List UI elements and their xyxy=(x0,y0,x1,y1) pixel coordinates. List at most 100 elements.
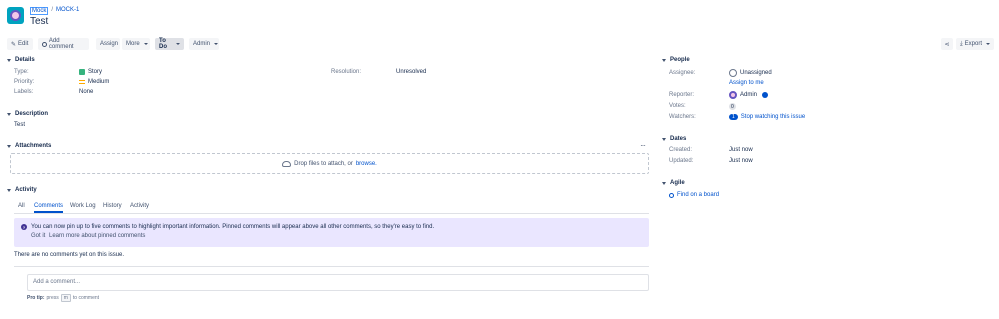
search-icon xyxy=(669,192,674,198)
issue-title[interactable]: Test xyxy=(30,16,48,27)
stop-watching-link[interactable]: Stop watching this issue xyxy=(741,114,805,120)
assignee-text: Unassigned xyxy=(740,70,772,76)
tab-work-log[interactable]: Work Log xyxy=(70,203,96,209)
comment-icon xyxy=(42,41,47,47)
story-icon xyxy=(79,69,85,75)
watchers-value[interactable]: 1 Stop watching this issue xyxy=(729,114,805,120)
updated-value: Just now xyxy=(729,158,753,164)
labels-label: Labels: xyxy=(14,89,34,95)
people-toggle[interactable]: People xyxy=(662,57,690,63)
type-text: Story xyxy=(88,69,103,75)
watchers-label: Watchers: xyxy=(669,114,696,120)
chevron-down-icon xyxy=(143,43,148,45)
agile-title: Agile xyxy=(670,180,685,186)
breadcrumb-separator: / xyxy=(51,7,54,13)
priority-label: Priority: xyxy=(14,79,35,85)
attachments-toggle[interactable]: Attachments xyxy=(7,143,51,149)
assign-to-me-link[interactable]: Assign to me xyxy=(729,80,764,86)
export-button[interactable]: ⤓ Export xyxy=(956,38,994,50)
type-label: Type: xyxy=(14,69,29,75)
find-on-board-link[interactable]: Find on a board xyxy=(669,192,719,198)
notice-learn-more-link[interactable]: Learn more about pinned comments xyxy=(49,233,145,239)
no-comments-text: There are no comments yet on this issue. xyxy=(14,252,125,258)
breadcrumb-project-link[interactable]: Mock xyxy=(30,7,49,15)
priority-value[interactable]: Medium xyxy=(79,79,109,85)
agile-toggle[interactable]: Agile xyxy=(662,180,685,186)
watchers-count: 1 xyxy=(729,114,738,120)
tab-history[interactable]: History xyxy=(103,203,122,209)
activity-toggle[interactable]: Activity xyxy=(7,187,37,193)
more-label: More xyxy=(126,41,140,47)
votes-count[interactable]: 0 xyxy=(729,103,736,110)
admin-button[interactable]: Admin xyxy=(189,38,219,50)
assign-label: Assign xyxy=(100,41,119,47)
notice-text: You can now pin up to five comments to h… xyxy=(31,224,435,230)
tab-activity[interactable]: Activity xyxy=(130,203,149,209)
admin-label: Admin xyxy=(193,41,211,47)
pro-tip: Pro tip: press m to comment xyxy=(27,294,99,302)
share-icon: ⋖ xyxy=(944,41,950,48)
reporter-value[interactable]: Admin xyxy=(729,91,769,99)
dates-toggle[interactable]: Dates xyxy=(662,136,686,142)
project-avatar-icon xyxy=(10,10,21,21)
edit-label: Edit xyxy=(18,41,29,47)
details-toggle[interactable]: Details xyxy=(7,57,35,63)
pro-tip-label: Pro tip: xyxy=(27,295,45,301)
unassigned-avatar-icon xyxy=(729,69,737,77)
reporter-label: Reporter: xyxy=(669,92,695,98)
attachments-title: Attachments xyxy=(15,143,52,149)
pro-tip-suffix: to comment xyxy=(72,295,100,301)
export-label: Export xyxy=(964,41,982,47)
chevron-down-icon xyxy=(986,43,990,45)
browse-link[interactable]: browse. xyxy=(356,161,377,167)
project-avatar[interactable] xyxy=(7,7,24,24)
comment-input[interactable]: Add a comment... xyxy=(27,274,649,291)
created-label: Created: xyxy=(669,147,693,153)
type-value[interactable]: Story xyxy=(79,69,102,75)
breadcrumb-issue-key[interactable]: MOCK-1 xyxy=(56,7,79,15)
export-icon: ⤓ xyxy=(960,40,963,47)
assign-button[interactable]: Assign xyxy=(96,38,120,50)
assignee-value[interactable]: Unassigned xyxy=(729,69,772,77)
share-button[interactable]: ⋖ xyxy=(941,38,953,50)
tab-comments[interactable]: Comments xyxy=(34,203,64,213)
chevron-down-icon xyxy=(7,112,11,116)
add-comment-button[interactable]: Add comment xyxy=(38,38,89,50)
pinned-comments-notice: ? You can now pin up to five comments to… xyxy=(14,218,649,247)
labels-value[interactable]: None xyxy=(79,89,93,95)
tab-all[interactable]: All xyxy=(18,203,25,209)
chevron-down-icon xyxy=(662,181,666,185)
edit-button[interactable]: ✎ Edit xyxy=(7,38,33,50)
pro-tip-press: press xyxy=(46,295,59,301)
status-button[interactable]: To Do xyxy=(155,38,184,50)
attachment-dropzone[interactable]: Drop files to attach, or browse. xyxy=(10,153,649,174)
people-title: People xyxy=(670,57,690,63)
description-toggle[interactable]: Description xyxy=(7,111,48,117)
description-text[interactable]: Test xyxy=(14,122,25,128)
pro-tip-key: m xyxy=(60,294,71,302)
info-icon: ? xyxy=(21,224,27,230)
drop-text: Drop files to attach, or xyxy=(294,160,353,167)
resolution-value: Unresolved xyxy=(396,69,427,75)
updated-label: Updated: xyxy=(669,158,694,164)
details-title: Details xyxy=(15,57,35,63)
ellipsis-icon[interactable]: ··· xyxy=(640,141,646,150)
activity-title: Activity xyxy=(15,187,37,193)
chevron-down-icon xyxy=(662,137,666,141)
description-title: Description xyxy=(15,111,49,117)
priority-text: Medium xyxy=(88,79,110,85)
chevron-down-icon xyxy=(7,188,11,192)
chevron-down-icon xyxy=(662,58,666,62)
assignee-label: Assignee: xyxy=(669,70,696,76)
reporter-text: Admin xyxy=(740,92,758,98)
chevron-down-icon xyxy=(7,144,11,148)
resolution-label: Resolution: xyxy=(331,69,362,75)
cloud-upload-icon xyxy=(282,160,292,167)
notice-got-it-link[interactable]: Got it xyxy=(31,233,45,239)
tabs-divider xyxy=(14,213,649,214)
breadcrumb: Mock / MOCK-1 xyxy=(30,7,79,15)
reporter-avatar xyxy=(729,91,737,99)
dates-title: Dates xyxy=(670,136,687,142)
more-button[interactable]: More xyxy=(122,38,150,50)
info-icon[interactable] xyxy=(762,92,769,98)
